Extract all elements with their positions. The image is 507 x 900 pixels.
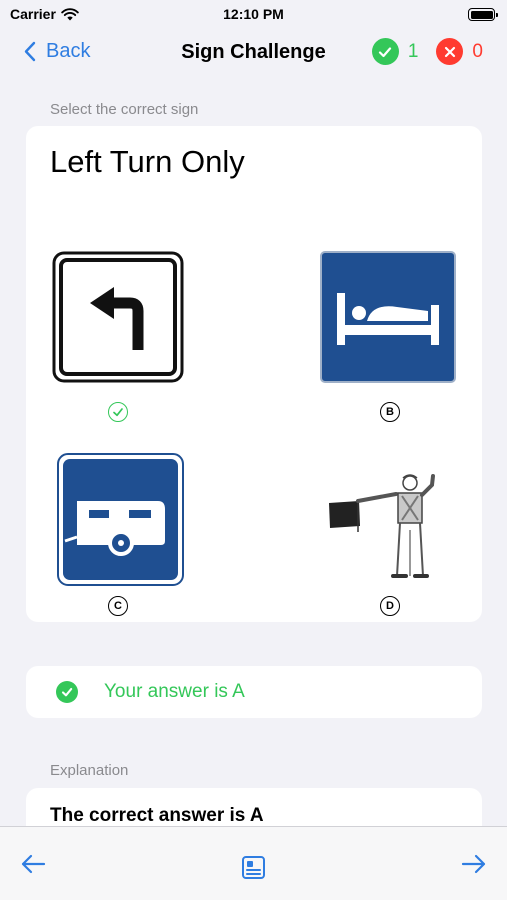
chevron-left-icon bbox=[24, 41, 36, 62]
next-button[interactable] bbox=[461, 853, 487, 880]
question-list-button[interactable] bbox=[241, 855, 266, 885]
clock: 12:10 PM bbox=[223, 6, 284, 22]
arrow-right-icon bbox=[461, 854, 486, 874]
wrong-count: 0 bbox=[472, 40, 483, 62]
navigation-bar: Back Sign Challenge 1 0 bbox=[0, 30, 507, 76]
question-card: Left Turn Only B C D bbox=[26, 126, 482, 622]
wrong-x-icon bbox=[436, 38, 464, 65]
correct-check-icon bbox=[371, 38, 399, 65]
option-letter-d: D bbox=[380, 596, 400, 616]
status-bar: Carrier 12:10 PM bbox=[0, 0, 507, 30]
option-a[interactable] bbox=[52, 251, 184, 383]
result-card: Your answer is A bbox=[26, 666, 482, 718]
flagger-with-flag-sign bbox=[329, 474, 435, 578]
lodging-bed-sign bbox=[320, 251, 456, 383]
question-list-icon bbox=[242, 856, 265, 879]
explanation-text: The correct answer is A bbox=[50, 805, 264, 826]
previous-button[interactable] bbox=[20, 853, 46, 880]
option-c[interactable] bbox=[57, 453, 184, 586]
back-label: Back bbox=[46, 40, 91, 62]
correct-count: 1 bbox=[407, 40, 419, 62]
option-letter-b: B bbox=[380, 402, 400, 422]
check-circle-icon bbox=[56, 681, 78, 703]
option-b[interactable] bbox=[320, 251, 456, 383]
left-turn-arrow-sign bbox=[52, 251, 184, 383]
prompt-label: Select the correct sign bbox=[50, 101, 199, 118]
arrow-left-icon bbox=[21, 854, 46, 874]
score-counter: 1 0 bbox=[371, 38, 483, 65]
question-title: Left Turn Only bbox=[50, 144, 245, 179]
battery-icon bbox=[468, 8, 498, 21]
correct-answer-icon bbox=[108, 402, 128, 422]
back-button[interactable]: Back bbox=[24, 40, 90, 63]
explanation-label: Explanation bbox=[50, 762, 129, 779]
option-letter-c: C bbox=[108, 596, 128, 616]
option-d[interactable] bbox=[326, 472, 444, 584]
camper-trailer-sign bbox=[57, 453, 184, 586]
result-text: Your answer is A bbox=[104, 681, 245, 702]
bottom-toolbar bbox=[0, 826, 507, 900]
